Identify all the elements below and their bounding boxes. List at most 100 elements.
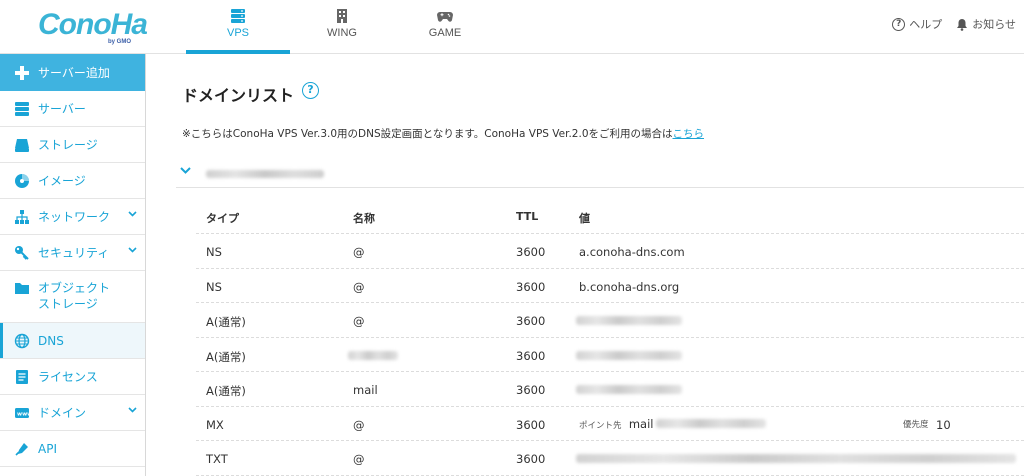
record-name-redacted [348,350,398,360]
table-row[interactable]: NS @ 3600 b.conoha-dns.org [196,269,1024,303]
tab-wing[interactable]: WING [290,0,394,54]
sidebar-item-label: ドメイン [38,406,87,420]
dns-record-table: タイプ 名称 TTL 値 NS @ 3600 a.conoha-dns.com … [196,199,1024,476]
sidebar-item-label: イメージ [38,174,86,188]
record-value-redacted [656,418,766,428]
tab-wing-label: WING [327,27,357,39]
notification-link[interactable]: お知らせ [956,16,1016,32]
storage-icon [15,138,29,152]
record-type: TXT [206,452,228,466]
table-row[interactable]: MX @ 3600 ポイント先 mail 優先度 10 [196,407,1024,441]
sidebar-item-api[interactable]: API [0,431,145,467]
record-ttl: 3600 [516,279,546,294]
help-label: ヘルプ [909,18,943,31]
record-name: @ [353,245,365,259]
tab-vps[interactable]: VPS [186,0,290,54]
record-name: @ [353,452,365,466]
sidebar-item-label: API [38,441,57,456]
sidebar-item-security[interactable]: セキュリティ [0,235,145,271]
tab-game[interactable]: GAME [393,0,497,54]
record-name: @ [353,314,365,328]
table-header-row: タイプ 名称 TTL 値 [196,199,1024,234]
sidebar-item-label: サーバー [38,102,86,116]
sidebar-item-object-storage[interactable]: オブジェクト ストレージ [0,271,145,323]
record-type: NS [206,245,222,259]
table-row[interactable]: TXT @ 3600 [196,441,1024,476]
record-ttl: 3600 [516,245,546,259]
sidebar-item-add-server[interactable]: サーバー追加 [0,54,145,91]
sidebar-item-storage[interactable]: ストレージ [0,127,145,163]
bell-icon [957,18,968,31]
gamepad-icon [393,8,497,28]
sidebar-item-dns[interactable]: DNS [0,323,145,359]
priority-value: 10 [936,417,951,432]
sidebar-item-license[interactable]: ライセンス [0,359,145,395]
sidebar-item-label: サーバー追加 [38,66,110,80]
record-name: @ [353,417,365,432]
sidebar-item-server[interactable]: サーバー [0,91,145,127]
server-icon [15,101,29,116]
sidebar-item-image[interactable]: イメージ [0,163,145,199]
record-ttl: 3600 [516,452,546,466]
chevron-down-icon [128,247,137,253]
chevron-down-icon[interactable] [180,167,191,174]
column-header-value: 値 [579,212,590,225]
record-name: mail [353,383,378,397]
record-value-redacted [576,454,1016,463]
sidebar-item-label: DNS [38,333,64,348]
record-value: ポイント先 mail [579,417,653,431]
sidebar-item-label: ライセンス [38,370,98,384]
help-icon: ? [892,17,906,31]
mx-target: mail [628,416,654,431]
tab-game-label: GAME [428,27,462,39]
record-value: b.conoha-dns.org [579,279,680,294]
server-icon [186,8,290,28]
sidebar-item-network[interactable]: ネットワーク [0,199,145,235]
building-icon [290,8,394,28]
record-value-redacted [576,350,682,360]
help-icon[interactable]: ? [302,82,319,99]
record-name: @ [353,279,365,294]
sidebar-item-domain[interactable]: www ドメイン [0,395,145,431]
help-link[interactable]: ? ヘルプ [892,16,942,32]
plus-icon [15,65,29,80]
notice-link[interactable]: こちら [673,128,705,140]
chevron-down-icon [128,407,137,413]
record-ttl: 3600 [516,417,546,432]
table-row[interactable]: NS @ 3600 a.conoha-dns.com [196,234,1024,269]
record-ttl: 3600 [516,314,546,328]
record-value-redacted [576,385,682,394]
globe-icon [14,333,30,348]
table-row[interactable]: A(通常) @ 3600 [196,303,1024,338]
mx-target-label: ポイント先 [579,420,622,431]
disc-icon [15,173,29,188]
key-icon [15,245,29,260]
sidebar-item-label: ネットワーク [38,210,111,224]
record-type: A(通常) [206,315,246,329]
column-header-type: タイプ [206,212,239,225]
record-value-redacted [576,316,682,325]
header-utility: ? ヘルプ お知らせ [892,16,1016,32]
conoha-logo[interactable]: ConoHa by GMO [38,8,148,48]
notify-label: お知らせ [972,18,1016,31]
document-icon [16,369,28,384]
folder-icon [15,283,29,294]
table-row[interactable]: A(通常) mail 3600 [196,372,1024,407]
sidebar-item-label: セキュリティ [38,246,110,260]
domain-name-redacted [206,170,324,178]
sidebar-item-label: ストレージ [38,138,98,152]
record-type: NS [206,279,222,294]
main-content: ドメインリスト ? ※こちらはConoHa VPS Ver.3.0用のDNS設定… [146,54,1024,476]
record-ttl: 3600 [516,348,546,363]
table-row[interactable]: A(通常) 3600 [196,338,1024,372]
domain-header-row[interactable] [176,158,1024,188]
priority-label: 優先度 [903,419,929,430]
domain-icon: www [15,407,30,418]
column-header-name: 名称 [353,212,375,225]
column-header-ttl: TTL [516,210,539,223]
tab-vps-label: VPS [226,27,249,39]
sidebar: サーバー追加 サーバー ストレージ イメージ ネットワーク セキュリティ オブジ… [0,54,146,476]
record-type: MX [206,417,224,432]
sidebar-item-label-2: ストレージ [38,297,98,311]
notice-text: ※こちらはConoHa VPS Ver.3.0用のDNS設定画面となります。Co… [182,128,673,140]
